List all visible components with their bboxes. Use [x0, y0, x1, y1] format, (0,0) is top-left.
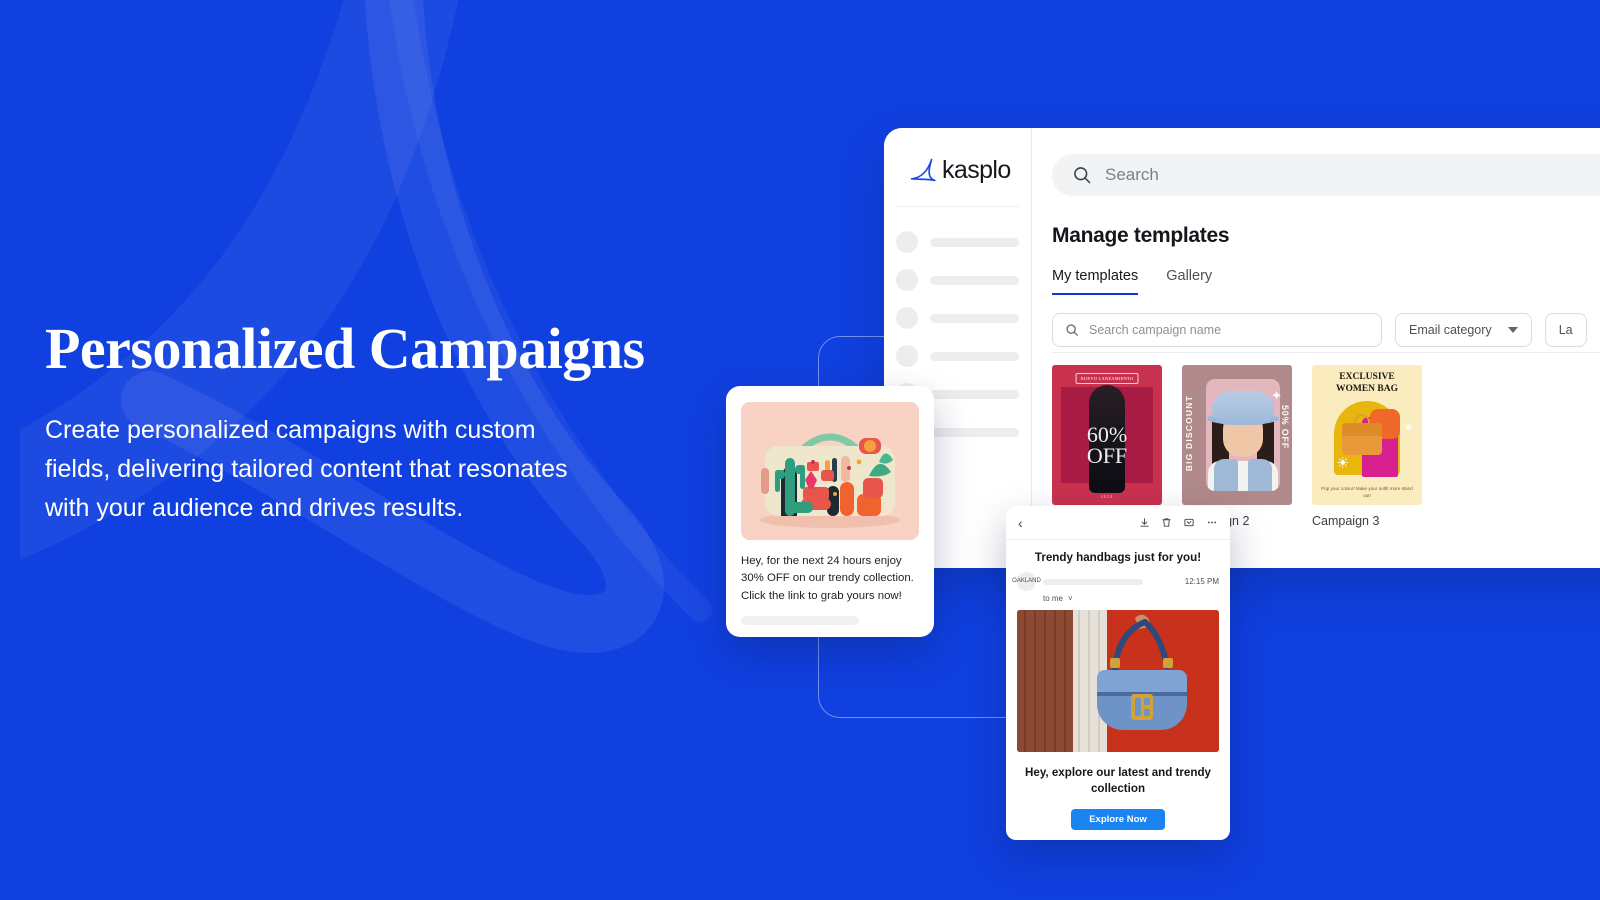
sidebar-divider	[896, 206, 1019, 207]
search-icon	[1066, 324, 1078, 336]
thumb-inner-panel	[1206, 379, 1280, 491]
campaign-search-placeholder: Search campaign name	[1089, 323, 1222, 337]
archive-icon[interactable]	[1183, 517, 1195, 528]
template-tabs: My templates Gallery	[1052, 268, 1600, 295]
sparkle-icon: ✦	[1271, 388, 1282, 403]
trash-icon[interactable]	[1161, 517, 1172, 528]
model-vest-left	[1214, 459, 1238, 491]
email-category-label: Email category	[1409, 323, 1492, 337]
avatar: OAKLAND	[1012, 572, 1041, 591]
avatar-brand-text: OAKLAND	[1012, 578, 1041, 585]
caret-down-icon	[1507, 327, 1518, 333]
email-cta-placeholder	[741, 615, 859, 625]
tab-my-templates[interactable]: My templates	[1052, 268, 1139, 295]
sidebar-item-icon	[896, 345, 918, 367]
mobile-toolbar-actions	[1139, 517, 1218, 528]
sidebar-item-label-placeholder	[930, 275, 1019, 285]
search-icon	[1074, 167, 1091, 184]
email-sender-row: OAKLAND 12:15 PM	[1006, 564, 1230, 591]
sidebar-item-placeholder[interactable]	[884, 299, 1031, 337]
email-timestamp: 12:15 PM	[1184, 577, 1219, 586]
page-title-row: Manage templates CREATE	[1052, 218, 1600, 254]
email-body-text: Hey, for the next 24 hours enjoy 30% OFF…	[741, 555, 914, 602]
handbag-flap	[1342, 423, 1382, 436]
last-modified-dropdown[interactable]: La	[1544, 313, 1587, 347]
dashboard-main: Search Manage templates CREATE My templa…	[1032, 128, 1600, 568]
template-thumbnail: EXCLUSIVE WOMEN BAG ☀ ☀ Pop your colour!…	[1312, 365, 1422, 505]
template-card[interactable]: EXCLUSIVE WOMEN BAG ☀ ☀ Pop your colour!…	[1312, 365, 1422, 528]
email-hero-image	[741, 402, 919, 540]
dashboard-window: kasplo Search Manage templates CREATE	[884, 128, 1600, 568]
kasplo-star-icon	[910, 158, 936, 182]
email-recipient-row[interactable]: to me ˅	[1043, 594, 1230, 603]
email-headline: Hey, explore our latest and trendy colle…	[1025, 766, 1211, 796]
sidebar-item-placeholder[interactable]	[884, 261, 1031, 299]
sidebar-item-icon	[896, 231, 918, 253]
illustrated-handbag-icon	[741, 402, 919, 540]
template-card-label: Campaign 3	[1312, 514, 1380, 528]
bucket-hat	[1212, 391, 1274, 425]
email-category-dropdown[interactable]: Email category	[1395, 313, 1532, 347]
page-headline: Personalized Campaigns	[45, 316, 645, 381]
thumb-title: EXCLUSIVE WOMEN BAG	[1312, 372, 1422, 396]
sidebar-item-placeholder[interactable]	[884, 223, 1031, 261]
mobile-email-preview: ‹ Trendy handbags just for you! OAKLAND …	[1006, 506, 1230, 840]
sender-name-placeholder	[1043, 578, 1178, 585]
burst-icon: ☀	[1336, 455, 1350, 472]
filter-bar: Search campaign name Email category La	[1052, 313, 1600, 347]
sidebar-item-label-placeholder	[930, 313, 1019, 323]
last-modified-label: La	[1558, 323, 1573, 337]
email-hero-photo	[1017, 610, 1219, 752]
template-thumbnail: BIG DISCOUNT 50% OFF ✦	[1182, 365, 1292, 505]
page-title: Manage templates	[1052, 224, 1230, 247]
blue-handbag-image	[1017, 610, 1219, 752]
email-subject: Trendy handbags just for you!	[1034, 551, 1202, 564]
thumb-year: 2024	[1100, 494, 1114, 499]
brand-name: kasplo	[942, 155, 1011, 184]
tab-gallery[interactable]: Gallery	[1166, 268, 1212, 295]
global-search-placeholder: Search	[1105, 165, 1159, 184]
burst-icon: ☀	[1402, 420, 1414, 435]
template-card-grid: NUEVO LANZAMIENTO 60% OFF 2024 Campaign …	[1052, 365, 1600, 528]
chevron-down-icon: ˅	[1068, 594, 1073, 603]
thumb-title-line1: EXCLUSIVE	[1339, 372, 1395, 382]
campaign-search-input[interactable]: Search campaign name	[1052, 313, 1382, 347]
thumb-badge: NUEVO LANZAMIENTO	[1075, 373, 1139, 384]
more-options-icon[interactable]	[1206, 517, 1218, 528]
thumb-vertical-label-left: BIG DISCOUNT	[1184, 395, 1194, 472]
sidebar-item-label-placeholder	[930, 237, 1019, 247]
thumb-headline: 60% OFF	[1052, 424, 1162, 468]
email-preview-card: Hey, for the next 24 hours enjoy 30% OFF…	[726, 386, 934, 637]
thumb-headline-line2: OFF	[1086, 442, 1128, 468]
template-thumbnail: NUEVO LANZAMIENTO 60% OFF 2024	[1052, 365, 1162, 505]
explore-now-button[interactable]: Explore Now	[1071, 808, 1165, 830]
global-search-bar[interactable]: Search	[1052, 154, 1600, 196]
sidebar-item-icon	[896, 307, 918, 329]
sidebar-item-label-placeholder	[930, 351, 1019, 361]
hero-section: Personalized Campaigns Create personaliz…	[45, 316, 745, 528]
sender-name-bar	[1043, 578, 1143, 585]
tabs-divider	[1052, 352, 1600, 353]
model-vest-right	[1248, 459, 1272, 491]
sidebar-item-icon	[896, 269, 918, 291]
thumb-title-line2: WOMEN BAG	[1335, 383, 1398, 394]
chevron-left-icon[interactable]: ‹	[1018, 516, 1023, 530]
mobile-toolbar: ‹	[1006, 506, 1230, 540]
hero-description: Create personalized campaigns with custo…	[45, 415, 568, 522]
thumb-vertical-label-right: 50% OFF	[1280, 405, 1290, 450]
sidebar-item-label-placeholder	[930, 389, 1019, 399]
sidebar-item-placeholder[interactable]	[884, 337, 1031, 375]
template-card[interactable]: BIG DISCOUNT 50% OFF ✦ Campaign 2	[1182, 365, 1292, 528]
download-icon[interactable]	[1139, 517, 1150, 528]
template-card[interactable]: NUEVO LANZAMIENTO 60% OFF 2024 Campaign …	[1052, 365, 1162, 528]
thumb-caption: Pop your colour! Make your outfit more s…	[1321, 486, 1413, 499]
brand-logo[interactable]: kasplo	[884, 128, 1031, 186]
sidebar-item-label-placeholder	[930, 427, 1019, 437]
email-recipient-label: to me	[1043, 594, 1064, 603]
